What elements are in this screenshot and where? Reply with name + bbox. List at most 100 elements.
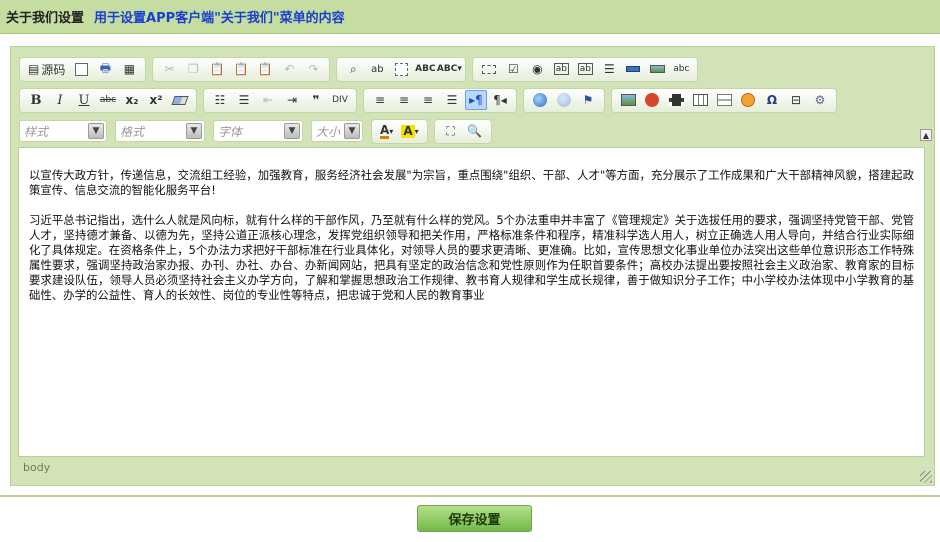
format-combo[interactable]: 格式 ▼ — [115, 120, 205, 142]
format-combo-label: 格式 — [120, 124, 145, 139]
chevron-down-icon: ▼ — [88, 123, 104, 139]
find-button[interactable]: ⌕ — [342, 59, 364, 79]
source-button[interactable]: ▤ 源码 — [25, 59, 68, 79]
smiley-button[interactable] — [737, 90, 759, 110]
horizontal-rule-icon — [716, 94, 732, 106]
italic-button[interactable]: I — [49, 90, 71, 110]
text-field-button[interactable]: ab — [550, 59, 572, 79]
radio-icon: ◉ — [532, 62, 543, 76]
blockquote-button[interactable]: ❞ — [305, 90, 327, 110]
text-color-button[interactable]: A ▾ — [377, 121, 396, 141]
bg-color-icon: A — [401, 123, 415, 138]
superscript-button[interactable]: x² — [145, 90, 167, 110]
text-field-icon: ab — [553, 63, 569, 75]
font-combo[interactable]: 字体 ▼ — [213, 120, 303, 142]
image-icon — [620, 94, 636, 106]
textarea-button[interactable]: ab — [574, 59, 596, 79]
paste-button[interactable]: 📋 — [206, 59, 228, 79]
align-right-button[interactable]: ≡ — [417, 90, 439, 110]
table-icon — [692, 94, 708, 106]
textarea-icon: ab — [577, 63, 593, 75]
button-button[interactable] — [622, 59, 644, 79]
save-button[interactable]: 保存设置 — [417, 505, 532, 532]
copy-button[interactable]: ❐ — [182, 59, 204, 79]
binoculars-icon: ⌕ — [349, 61, 357, 76]
checkbox-icon: ☑ — [507, 62, 519, 76]
form-button[interactable] — [478, 59, 500, 79]
hidden-field-icon: abc — [673, 64, 690, 74]
toolbar-group-forms: ☑ ◉ ab ab ☰ abc — [472, 56, 699, 82]
flash-button[interactable] — [641, 90, 663, 110]
numbered-list-button[interactable]: ☷ — [209, 90, 231, 110]
content-paragraph-2: 习近平总书记指出，选什么人就是风向标，就有什么样的干部作风，乃至就有什么样的党风… — [29, 213, 914, 302]
div-button[interactable]: DIV — [329, 90, 351, 110]
paste-word-button[interactable]: 📋 — [254, 59, 276, 79]
spell-check-button[interactable]: ABC — [414, 59, 436, 79]
templates-icon: ▦ — [123, 62, 136, 76]
templates-button[interactable]: ▦ — [118, 59, 140, 79]
toolbar-group-links: ⚑ — [523, 87, 605, 113]
element-path-status[interactable]: body — [23, 461, 50, 474]
resize-grip-icon[interactable] — [920, 471, 932, 483]
rtl-button[interactable]: ¶◂ — [489, 90, 511, 110]
image-button[interactable] — [617, 90, 639, 110]
select-button[interactable]: ☰ — [598, 59, 620, 79]
link-icon — [533, 93, 547, 107]
caret-up-icon: ▲ — [922, 130, 930, 140]
replace-icon: ab — [371, 63, 384, 75]
justify-button[interactable]: ☰ — [441, 90, 463, 110]
hidden-field-button[interactable]: abc — [670, 59, 692, 79]
toolbar-group-align: ≡ ≡ ≡ ☰ ▸¶ ¶◂ — [363, 87, 517, 113]
video-button[interactable] — [665, 90, 687, 110]
preview-button[interactable]: 🖶 — [94, 59, 116, 79]
table-button[interactable] — [689, 90, 711, 110]
maximize-button[interactable]: ⛶ — [440, 121, 462, 141]
ltr-button[interactable]: ▸¶ — [465, 90, 487, 110]
radio-button[interactable]: ◉ — [526, 59, 548, 79]
paste-text-button[interactable]: 📋 — [230, 59, 252, 79]
eraser-icon — [171, 95, 189, 105]
page-title: 关于我们设置 — [6, 11, 85, 26]
strike-icon: abc — [99, 95, 117, 105]
remove-format-button[interactable] — [169, 90, 191, 110]
style-combo[interactable]: 样式 ▼ — [19, 120, 107, 142]
font-combo-label: 字体 — [218, 124, 243, 139]
editor-content-area[interactable]: 以宣传大政方针，传递信息，交流组工经验，加强教育，服务经济社会发展"为宗旨，重点… — [18, 147, 925, 457]
subscript-button[interactable]: x₂ — [121, 90, 143, 110]
replace-button[interactable]: ab — [366, 59, 388, 79]
numbered-list-icon: ☷ — [214, 93, 226, 107]
page-break-button[interactable]: ⊟ — [785, 90, 807, 110]
undo-icon: ↶ — [284, 62, 295, 76]
show-blocks-button[interactable]: 🔍 — [464, 121, 486, 141]
cut-button[interactable]: ✂ — [158, 59, 180, 79]
checkbox-button[interactable]: ☑ — [502, 59, 524, 79]
bold-icon: B — [30, 92, 42, 108]
iframe-button[interactable]: ⚙ — [809, 90, 831, 110]
spell-check-menu-button[interactable]: ABC▾ — [437, 59, 462, 79]
size-combo[interactable]: 大小 ▼ — [311, 120, 363, 142]
redo-button[interactable]: ↷ — [302, 59, 324, 79]
align-right-icon: ≡ — [422, 93, 434, 107]
strike-button[interactable]: abc — [97, 90, 119, 110]
unlink-button[interactable] — [553, 90, 575, 110]
outdent-button[interactable]: ⇤ — [257, 90, 279, 110]
horizontal-rule-button[interactable] — [713, 90, 735, 110]
undo-button[interactable]: ↶ — [278, 59, 300, 79]
underline-button[interactable]: U — [73, 90, 95, 110]
special-char-button[interactable]: Ω — [761, 90, 783, 110]
image-button-button[interactable] — [646, 59, 668, 79]
toolbar-collapse-button[interactable]: ▲ — [920, 129, 932, 141]
text-color-icon: A — [380, 122, 390, 139]
bulleted-list-button[interactable]: ☰ — [233, 90, 255, 110]
omega-icon: Ω — [766, 93, 778, 107]
bold-button[interactable]: B — [25, 90, 47, 110]
select-all-button[interactable] — [390, 59, 412, 79]
bg-color-button[interactable]: A ▾ — [398, 121, 421, 141]
align-center-button[interactable]: ≡ — [393, 90, 415, 110]
link-button[interactable] — [529, 90, 551, 110]
page-subtitle: 用于设置APP客户端"关于我们"菜单的内容 — [94, 11, 345, 26]
anchor-button[interactable]: ⚑ — [577, 90, 599, 110]
align-left-button[interactable]: ≡ — [369, 90, 391, 110]
new-page-button[interactable] — [70, 59, 92, 79]
indent-button[interactable]: ⇥ — [281, 90, 303, 110]
